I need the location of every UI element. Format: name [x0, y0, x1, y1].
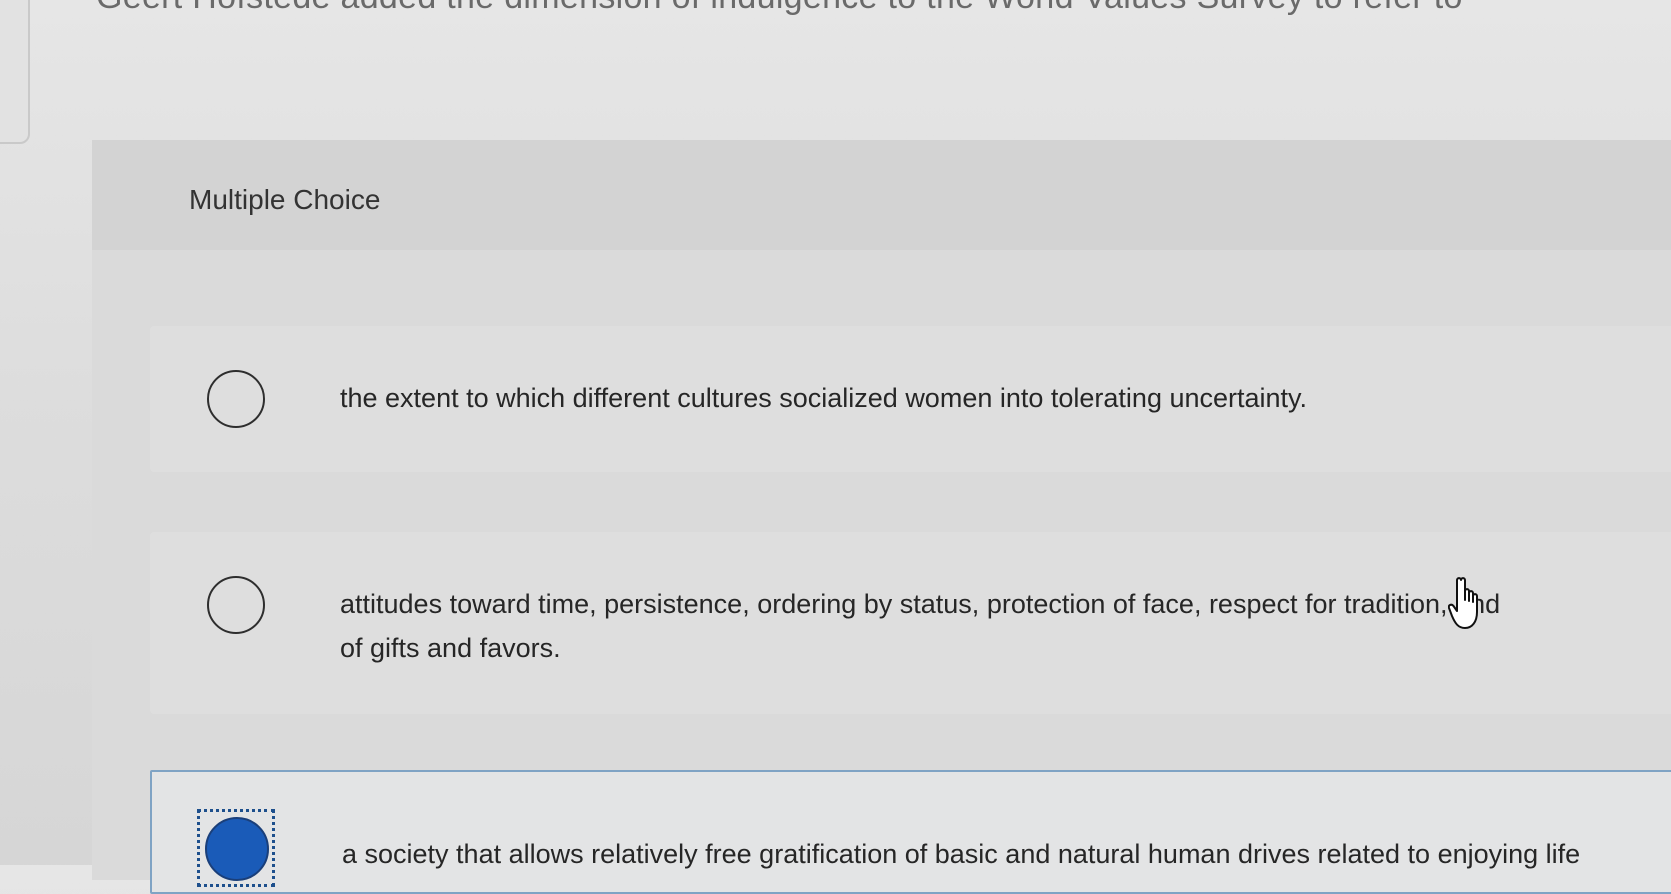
- radio-button-choice-3-selected[interactable]: [205, 817, 269, 881]
- question-panel: Multiple Choice: [92, 140, 1671, 880]
- choice-3-text-line-1: a society that allows relatively free gr…: [342, 839, 1581, 869]
- radio-button-choice-1[interactable]: [207, 370, 265, 428]
- radio-button-choice-2[interactable]: [207, 576, 265, 634]
- previous-card-edge: [0, 0, 30, 144]
- choice-1-text-line-1: the extent to which different cultures s…: [340, 383, 1308, 413]
- answer-choice-2[interactable]: attitudes toward time, persistence, orde…: [150, 532, 1671, 714]
- choice-2-text-line-2: of gifts and favors.: [340, 633, 561, 663]
- panel-header: Multiple Choice: [92, 140, 1671, 250]
- hand-pointer-icon: [1448, 577, 1478, 629]
- choice-3-text[interactable]: a society that allows relatively free gr…: [342, 832, 1671, 876]
- answer-choice-1[interactable]: the extent to which different cultures s…: [150, 326, 1671, 472]
- answer-choice-3-selected[interactable]: a society that allows relatively free gr…: [150, 770, 1671, 894]
- question-text: Geert Hofstede added the dimension of in…: [96, 0, 1463, 17]
- choice-1-text[interactable]: the extent to which different cultures s…: [340, 376, 1671, 420]
- panel-title: Multiple Choice: [189, 184, 381, 215]
